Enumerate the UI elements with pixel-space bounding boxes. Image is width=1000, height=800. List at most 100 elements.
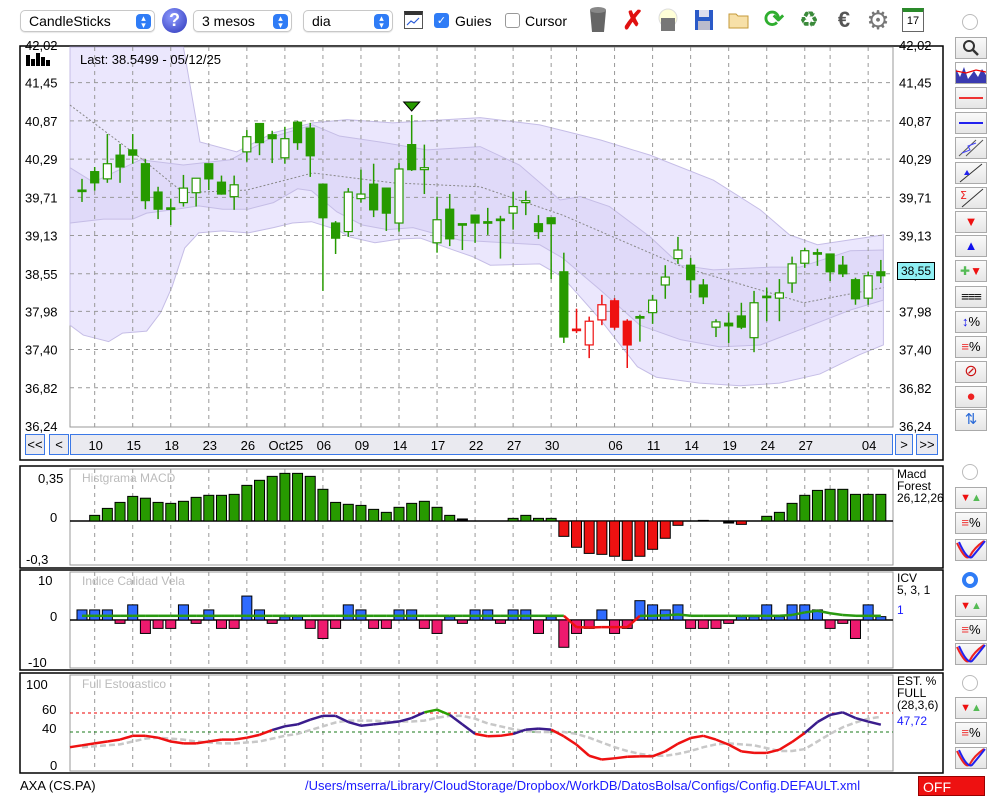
macd-bar bbox=[139, 497, 151, 522]
macd-bar bbox=[824, 488, 836, 522]
macd-bar bbox=[203, 494, 215, 522]
macd-percent-button[interactable]: ≡% bbox=[955, 512, 987, 534]
candle-body bbox=[724, 322, 734, 327]
stoch-panel-radio[interactable] bbox=[962, 675, 978, 691]
red-line-icon bbox=[959, 97, 983, 99]
trendline-button[interactable] bbox=[955, 162, 987, 184]
nav-prev-button[interactable]: < bbox=[49, 434, 69, 455]
mode-toggle[interactable]: OFF bbox=[918, 776, 985, 796]
arrow-down-icon: ▼ bbox=[960, 492, 971, 504]
curve-icon bbox=[956, 644, 986, 663]
macd-bar bbox=[89, 514, 101, 522]
candle-body bbox=[457, 223, 467, 226]
macd-panel-radio[interactable] bbox=[962, 464, 978, 480]
stoch-value: 47,72 bbox=[897, 714, 928, 728]
icv-bar bbox=[849, 619, 861, 639]
current-price-tag: 38,55 bbox=[897, 262, 935, 280]
price-tick-left: 36,82 bbox=[25, 381, 58, 396]
candle-body bbox=[546, 217, 556, 225]
nav-next-button[interactable]: > bbox=[895, 434, 913, 455]
macd-bar bbox=[786, 502, 798, 522]
clear-button[interactable]: ⊘ bbox=[955, 361, 987, 383]
nav-last-button[interactable]: >> bbox=[916, 434, 938, 455]
macd-bar bbox=[558, 520, 570, 537]
stoch-k-segment bbox=[538, 727, 552, 731]
nav-first-button[interactable]: << bbox=[25, 434, 45, 455]
stoch-tick: 40 bbox=[42, 721, 56, 736]
date-tick: 09 bbox=[354, 438, 370, 453]
candle-body bbox=[381, 187, 391, 214]
volume-toggle-icon[interactable] bbox=[26, 52, 56, 69]
sum-trendline-button[interactable]: Σ bbox=[955, 187, 987, 209]
date-tick: Oct25 bbox=[268, 438, 304, 453]
channel-button[interactable] bbox=[955, 137, 987, 159]
macd-bar bbox=[735, 520, 747, 525]
candle-body bbox=[698, 284, 708, 298]
candle-body bbox=[635, 316, 645, 319]
candle-body bbox=[584, 320, 594, 346]
lines-percent-icon: ≡% bbox=[961, 725, 981, 740]
date-tick: 26 bbox=[240, 438, 256, 453]
date-tick: 17 bbox=[430, 438, 446, 453]
macd-bar bbox=[355, 504, 367, 522]
icv-bar bbox=[368, 619, 380, 629]
macd-bar bbox=[799, 494, 811, 522]
stoch-percent-button[interactable]: ≡% bbox=[955, 722, 987, 744]
macd-bar bbox=[317, 488, 329, 522]
icv-bar bbox=[279, 616, 291, 621]
macd-bar bbox=[165, 502, 177, 522]
macd-curve-button[interactable] bbox=[955, 539, 987, 561]
candle-body bbox=[102, 163, 112, 180]
macd-bar bbox=[241, 484, 253, 522]
arrow-up-icon: ▲ bbox=[971, 600, 982, 612]
lines-percent-icon: ≡% bbox=[961, 622, 981, 637]
dashed-lines-button[interactable]: ≡≡≡ bbox=[955, 286, 987, 308]
arrow-down-icon: ▼ bbox=[964, 214, 978, 229]
date-tick: 27 bbox=[798, 438, 813, 453]
icv-signal-button[interactable]: ▼▲ bbox=[955, 595, 987, 617]
blue-line-button[interactable] bbox=[955, 112, 987, 134]
range-percent-button[interactable]: ↕% bbox=[955, 311, 987, 333]
candle-body bbox=[216, 181, 227, 195]
red-line-button[interactable] bbox=[955, 87, 987, 109]
lines-percent-button[interactable]: ≡% bbox=[955, 336, 987, 358]
icv-panel-radio[interactable] bbox=[962, 572, 978, 588]
price-tick-right: 39,13 bbox=[899, 229, 932, 244]
icv-percent-button[interactable]: ≡% bbox=[955, 619, 987, 641]
price-tick-right: 37,40 bbox=[899, 343, 932, 358]
macd-bar bbox=[837, 488, 849, 522]
icv-tick: 0 bbox=[50, 609, 57, 624]
icv-tick: 10 bbox=[38, 573, 52, 588]
candle-body bbox=[229, 184, 239, 198]
dashed-lines-icon: ≡≡≡ bbox=[961, 289, 982, 304]
icv-curve-button[interactable] bbox=[955, 643, 987, 665]
candle-body bbox=[850, 279, 861, 300]
macd-bar bbox=[368, 508, 380, 522]
buy-arrow-button[interactable]: ▲ bbox=[955, 235, 987, 257]
stoch-curve-button[interactable] bbox=[955, 747, 987, 769]
date-tick: 24 bbox=[760, 438, 775, 453]
arrow-up-icon: ▲ bbox=[971, 702, 982, 714]
candle-body bbox=[838, 264, 848, 275]
sell-arrow-button[interactable]: ▼ bbox=[955, 211, 987, 233]
icv-bar bbox=[824, 619, 836, 629]
date-tick: 14 bbox=[684, 438, 699, 453]
overview-button[interactable] bbox=[955, 62, 987, 84]
zoom-button[interactable] bbox=[955, 37, 987, 59]
lines-percent-icon: ≡% bbox=[961, 515, 981, 530]
date-axis-scrollbar[interactable]: 10 15 18 23 26 Oct25 06 09 14 17 22 27 30 06 11 14 19 24 2… bbox=[70, 434, 893, 455]
date-tick: 06 bbox=[608, 438, 623, 453]
macd-signal-button[interactable]: ▼▲ bbox=[955, 487, 987, 509]
price-tick-right: 40,29 bbox=[899, 152, 932, 167]
add-signal-button[interactable]: ✚▼ bbox=[955, 260, 987, 282]
stoch-signal-button[interactable]: ▼▲ bbox=[955, 697, 987, 719]
icv-bar bbox=[418, 619, 430, 629]
curve-icon bbox=[956, 748, 986, 767]
icv-signal-segment bbox=[665, 613, 679, 617]
config-path-link[interactable]: /Users/mserra/Library/CloudStorage/Dropb… bbox=[305, 778, 860, 793]
icv-bar bbox=[685, 619, 697, 629]
swap-button[interactable]: ⇅ bbox=[955, 409, 987, 431]
arrow-down-icon: ▼ bbox=[970, 264, 982, 278]
record-button[interactable]: ● bbox=[955, 386, 987, 408]
icv-bar bbox=[139, 619, 151, 634]
